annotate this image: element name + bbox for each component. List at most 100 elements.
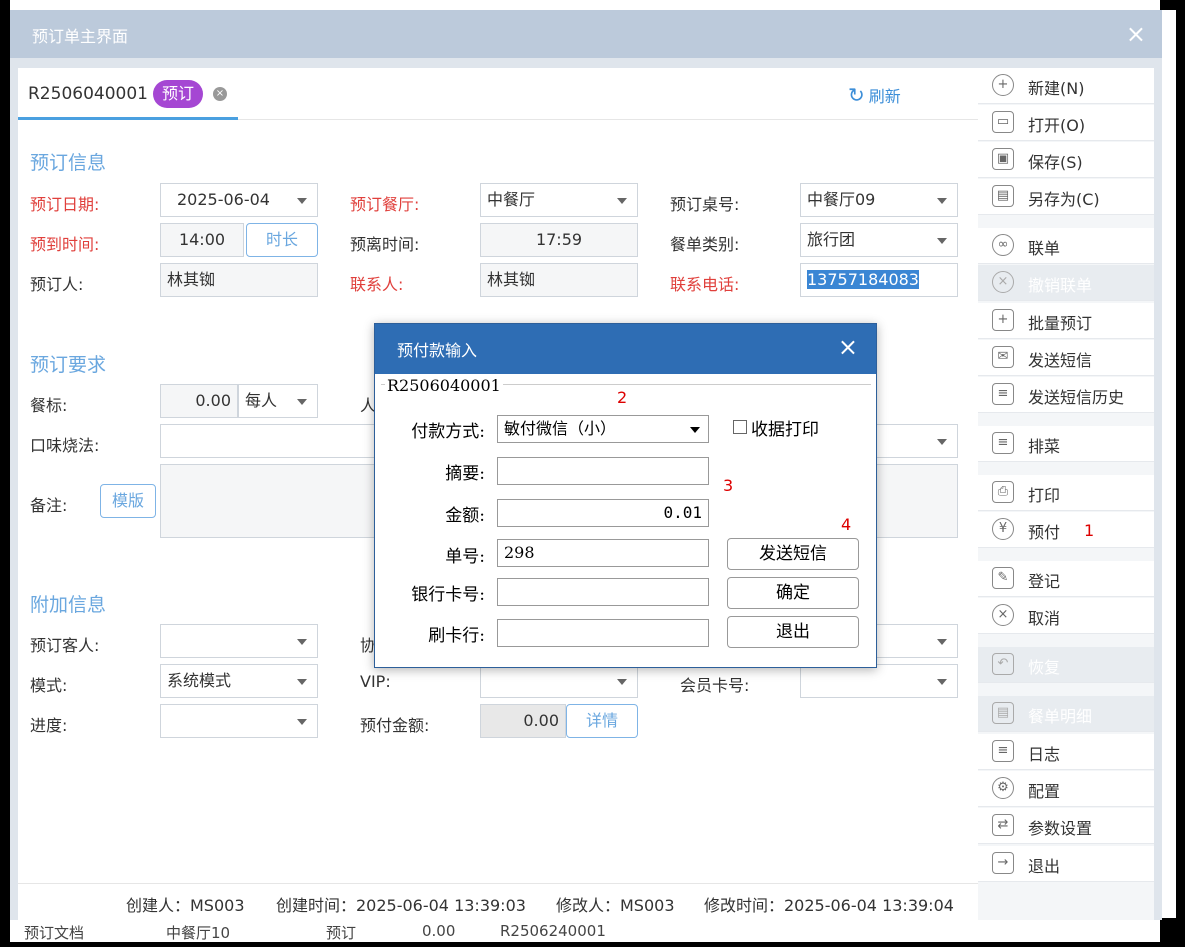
leave-time-input[interactable]: 17:59 [480, 223, 638, 257]
sidebar-item-link-order[interactable]: ∞ 联单 [978, 228, 1154, 264]
pay-method-select[interactable]: 敏付微信（小） [497, 415, 709, 443]
sidebar-item-order-detail: ▤ 餐单明细 [978, 696, 1154, 732]
amount-input[interactable]: 0.01 [497, 499, 709, 527]
booker-input[interactable]: 林其铷 [160, 263, 318, 297]
unlink-icon: × [992, 271, 1014, 293]
dialog-title: 预付款输入 [397, 341, 478, 360]
detail-button[interactable]: 详情 [566, 704, 638, 738]
sidebar-item-config[interactable]: ⚙ 配置 [978, 771, 1154, 807]
template-button[interactable]: 模版 [100, 484, 156, 518]
sidebar-item-parameters[interactable]: ⇄ 参数设置 [978, 808, 1154, 844]
confirm-button[interactable]: 确定 [727, 577, 859, 609]
table-select[interactable]: 中餐厅09 [800, 183, 958, 217]
arrive-label: 预到时间: [30, 235, 100, 254]
sidebar-item-arrange-dishes[interactable]: ≡ 排菜 [978, 426, 1154, 462]
send-sms-button[interactable]: 发送短信 [727, 538, 859, 570]
bg-cell: 预订 [326, 924, 357, 942]
window-close-button[interactable]: × [1126, 20, 1146, 48]
window-titlebar: 预订单主界面 × [10, 10, 1162, 58]
printer-icon: ⎙ [992, 481, 1014, 503]
order-no-input[interactable]: 298 [497, 539, 709, 567]
sidebar-item-batch-reserve[interactable]: + 批量预订 [978, 303, 1154, 339]
mail-icon: ✉ [992, 346, 1014, 368]
order-no-label: 单号: [445, 547, 485, 567]
plus-circle-icon: + [992, 74, 1014, 96]
background-table-row: 预订文档 中餐厅10 预订 0.00 R2506240001 [10, 918, 1160, 942]
section-title-extra: 附加信息 [30, 594, 107, 616]
member-select[interactable] [800, 664, 958, 698]
mode-label: 模式: [30, 676, 68, 695]
progress-select[interactable] [160, 704, 318, 738]
clipboard-icon: ▤ [992, 702, 1014, 724]
bg-cell: 0.00 [422, 922, 456, 940]
member-label: 会员卡号: [680, 676, 750, 695]
duration-button[interactable]: 时长 [246, 223, 318, 257]
sidebar-item-cancel[interactable]: × 取消 [978, 598, 1154, 634]
bank-card-label: 银行卡号: [411, 585, 485, 605]
contact-label: 联系人: [350, 275, 404, 294]
cancel-circle-icon: × [992, 604, 1014, 626]
folder-icon: ▭ [992, 111, 1014, 133]
sidebar-item-save[interactable]: ▣ 保存(S) [978, 142, 1154, 178]
exit-button[interactable]: 退出 [727, 616, 859, 648]
category-label: 餐单类别: [670, 235, 740, 254]
sidebar-item-print[interactable]: ⎙ 打印 [978, 475, 1154, 511]
card-bank-input[interactable] [497, 619, 709, 647]
note-label: 备注: [30, 496, 68, 515]
standard-unit-select[interactable]: 每人 [238, 384, 318, 418]
save-as-icon: ▤ [992, 185, 1014, 207]
section-title-requirements: 预订要求 [30, 354, 107, 376]
created-time-text: 创建时间：2025-06-04 13:39:03 [276, 896, 526, 915]
dialog-order-code: R2506040001 [385, 376, 503, 395]
tab-close-icon[interactable]: × [213, 87, 227, 101]
contact-input[interactable]: 林其铷 [480, 263, 638, 297]
sidebar-item-log[interactable]: ≡ 日志 [978, 734, 1154, 770]
guest-select[interactable] [160, 624, 318, 658]
receipt-print-checkbox[interactable] [733, 420, 747, 434]
summary-label: 摘要: [445, 464, 485, 484]
category-select[interactable]: 旅行团 [800, 223, 958, 257]
mode-select[interactable]: 系统模式 [160, 664, 318, 698]
amount-label: 金额: [445, 506, 485, 526]
refresh-button[interactable]: ↻ 刷新 [848, 83, 901, 107]
arrive-time-input[interactable]: 14:00 [160, 223, 244, 257]
standard-input[interactable]: 0.00 [160, 384, 238, 418]
background-strip-top [10, 0, 1160, 10]
standard-label: 餐标: [30, 396, 68, 415]
bank-card-input[interactable] [497, 578, 709, 606]
bg-cell: 中餐厅10 [166, 924, 231, 942]
status-bar: 创建人：MS003 创建时间：2025-06-04 13:39:03 修改人：M… [18, 883, 978, 920]
prepay-amount: 0.00 [480, 704, 566, 738]
sidebar-item-send-sms[interactable]: ✉ 发送短信 [978, 340, 1154, 376]
phone-input[interactable]: 13757184083 [800, 263, 958, 297]
annotation-number-4: 4 [841, 515, 852, 534]
sidebar-item-unlink-order: × 撤销联单 [978, 265, 1154, 301]
save-icon: ▣ [992, 148, 1014, 170]
prepayment-dialog: 预付款输入 × R2506040001 2 付款方式: 敏付微信（小） 收据打印… [374, 323, 877, 668]
list-icon: ≡ [992, 432, 1014, 454]
table-label: 预订桌号: [670, 195, 740, 214]
sidebar-item-open[interactable]: ▭ 打开(O) [978, 105, 1154, 141]
hall-select[interactable]: 中餐厅 [480, 183, 638, 217]
sidebar-item-sms-history[interactable]: ≡ 发送短信历史 [978, 377, 1154, 413]
tab-reservation[interactable]: R2506040001 预订 × [18, 68, 238, 120]
phone-label: 联系电话: [670, 275, 740, 294]
sidebar-item-save-as[interactable]: ▤ 另存为(C) [978, 179, 1154, 215]
sidebar-item-new[interactable]: + 新建(N) [978, 68, 1154, 104]
sidebar-item-exit[interactable]: → 退出 [978, 846, 1154, 882]
exit-icon: → [992, 852, 1014, 874]
yen-circle-icon: ¥ [992, 518, 1014, 540]
log-icon: ≡ [992, 740, 1014, 762]
prepay-label: 预付金额: [360, 716, 430, 735]
leave-label: 预离时间: [350, 235, 420, 254]
annotation-number-1: 1 [1084, 521, 1095, 540]
vip-select[interactable] [480, 664, 638, 698]
batch-add-icon: + [992, 309, 1014, 331]
gear-icon: ⚙ [992, 777, 1014, 799]
guest-label: 预订客人: [30, 636, 100, 655]
date-select[interactable]: 2025-06-04 [160, 183, 318, 217]
sidebar-item-register[interactable]: ✎ 登记 [978, 561, 1154, 597]
summary-input[interactable] [497, 457, 709, 485]
sidebar-item-prepay[interactable]: ¥ 预付 1 [978, 512, 1154, 548]
dialog-close-button[interactable]: × [838, 333, 858, 361]
